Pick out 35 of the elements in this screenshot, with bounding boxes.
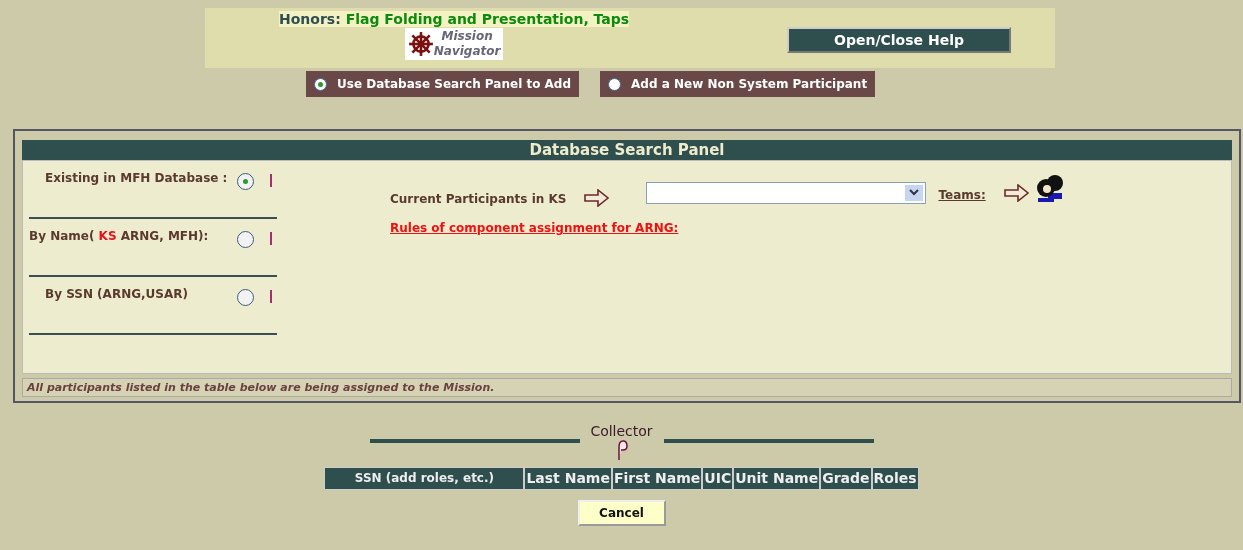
arrow-icon [1003,184,1030,202]
participants-dropdown[interactable] [646,182,927,204]
tick-mark [270,174,272,187]
column-header: Unit Name [733,467,821,490]
rules-link[interactable]: Rules of component assignment for ARNG: [390,221,679,235]
footer-note: All participants listed in the table below are being assigned to the Mission. [22,378,1232,397]
mode-option[interactable]: Add a New Non System Participant [600,71,876,97]
collector-title: Collector [590,423,653,439]
radio-button[interactable] [237,289,254,306]
arrow-icon [584,189,611,207]
radio-button[interactable] [608,77,622,91]
tick-mark [270,290,272,303]
logo: Mission Navigator [404,28,504,60]
teams-link[interactable]: Teams: [938,188,986,202]
radio-button[interactable] [237,231,254,248]
cancel-button[interactable]: Cancel [577,500,666,526]
tick-mark [270,232,272,245]
column-header: Roles [871,467,919,490]
column-header: SSN (add roles, etc.) [324,467,525,490]
help-button[interactable]: Open/Close Help [787,27,1011,53]
option-label: By Name( KS ARNG, MFH): [29,229,210,243]
column-header: Grade [820,467,872,490]
mode-option[interactable]: Use Database Search Panel to Add [306,71,580,97]
panel-title: Database Search Panel [22,140,1232,160]
dropdown-caret-icon [905,185,924,201]
column-header: UIC [702,467,734,490]
column-header: Last Name [524,467,612,490]
honors-title: Honors: Flag Folding and Presentation, Taps [279,11,630,27]
participants-label: Current Participants in KS [390,192,567,206]
option-label: By SSN (ARNG,USAR) [44,287,189,301]
radio-button[interactable] [237,173,254,190]
radio-button[interactable] [314,77,327,91]
ship-wheel-icon [407,31,434,57]
column-header: First Name [611,467,703,490]
option-label: Existing in MFH Database : [44,171,229,185]
